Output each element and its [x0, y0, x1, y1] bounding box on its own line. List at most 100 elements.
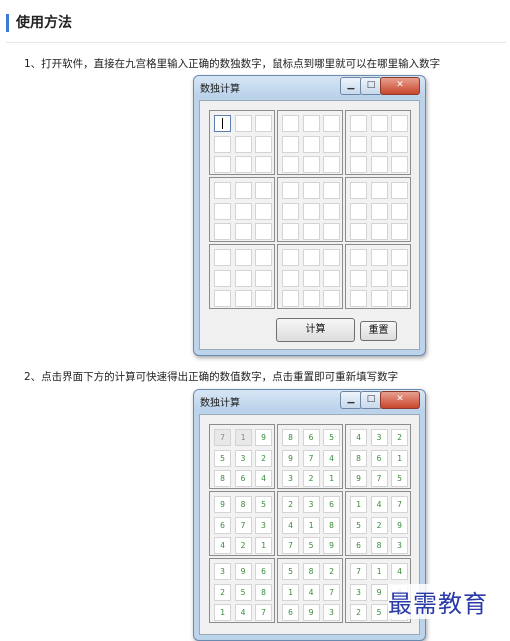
sudoku-cell[interactable]: 7: [282, 537, 299, 554]
minimize-button[interactable]: ▁: [340, 391, 362, 409]
sudoku-cell[interactable]: 3: [255, 516, 272, 534]
sudoku-cell[interactable]: [234, 249, 252, 266]
sudoku-cell[interactable]: 6: [350, 537, 367, 554]
sudoku-cell[interactable]: [350, 249, 367, 266]
sudoku-cell[interactable]: [350, 202, 367, 220]
sudoku-cell[interactable]: [370, 269, 388, 287]
sudoku-cell[interactable]: [391, 223, 408, 240]
sudoku-cell[interactable]: [214, 115, 231, 132]
sudoku-cell[interactable]: [214, 156, 231, 173]
sudoku-cell[interactable]: 4: [323, 449, 340, 467]
sudoku-cell[interactable]: 8: [282, 429, 299, 446]
sudoku-cell[interactable]: [255, 182, 272, 199]
sudoku-cell[interactable]: [234, 156, 252, 173]
sudoku-cell[interactable]: [391, 156, 408, 173]
sudoku-cell[interactable]: [391, 202, 408, 220]
sudoku-cell[interactable]: 2: [350, 604, 367, 621]
sudoku-cell[interactable]: [323, 223, 340, 240]
sudoku-cell[interactable]: 5: [323, 429, 340, 446]
sudoku-cell[interactable]: [214, 202, 231, 220]
sudoku-cell[interactable]: [370, 182, 388, 199]
maximize-button[interactable]: □: [360, 77, 382, 95]
sudoku-cell[interactable]: [350, 290, 367, 307]
sudoku-cell[interactable]: [282, 290, 299, 307]
sudoku-cell[interactable]: 3: [234, 449, 252, 467]
sudoku-cell[interactable]: [234, 202, 252, 220]
sudoku-cell[interactable]: 1: [370, 563, 388, 580]
sudoku-cell[interactable]: 1: [234, 429, 252, 446]
sudoku-cell[interactable]: 9: [350, 470, 367, 487]
sudoku-cell[interactable]: [214, 135, 231, 153]
sudoku-cell[interactable]: [234, 135, 252, 153]
sudoku-cell[interactable]: 4: [370, 496, 388, 513]
sudoku-cell[interactable]: [370, 290, 388, 307]
sudoku-cell[interactable]: [255, 115, 272, 132]
sudoku-cell[interactable]: 5: [370, 604, 388, 621]
sudoku-cell[interactable]: 8: [370, 537, 388, 554]
sudoku-cell[interactable]: 3: [214, 563, 231, 580]
sudoku-cell[interactable]: 2: [214, 583, 231, 601]
sudoku-cell[interactable]: [255, 223, 272, 240]
sudoku-cell[interactable]: 1: [214, 604, 231, 621]
sudoku-cell[interactable]: [391, 269, 408, 287]
sudoku-cell[interactable]: 7: [234, 516, 252, 534]
sudoku-cell[interactable]: [234, 115, 252, 132]
sudoku-cell[interactable]: [302, 290, 320, 307]
sudoku-cell[interactable]: 8: [350, 449, 367, 467]
sudoku-cell[interactable]: [391, 249, 408, 266]
sudoku-cell[interactable]: [391, 290, 408, 307]
sudoku-cell[interactable]: [282, 156, 299, 173]
sudoku-cell[interactable]: 5: [255, 496, 272, 513]
sudoku-cell[interactable]: 2: [282, 496, 299, 513]
sudoku-cell[interactable]: 4: [350, 429, 367, 446]
sudoku-cell[interactable]: [282, 135, 299, 153]
sudoku-cell[interactable]: [282, 115, 299, 132]
sudoku-cell[interactable]: [255, 135, 272, 153]
sudoku-cell[interactable]: [302, 135, 320, 153]
sudoku-cell[interactable]: [302, 115, 320, 132]
sudoku-cell[interactable]: [323, 202, 340, 220]
sudoku-cell[interactable]: [350, 115, 367, 132]
sudoku-cell[interactable]: 3: [282, 470, 299, 487]
sudoku-cell[interactable]: [302, 223, 320, 240]
sudoku-cell[interactable]: 6: [302, 429, 320, 446]
sudoku-cell[interactable]: 2: [302, 470, 320, 487]
sudoku-cell[interactable]: 3: [370, 429, 388, 446]
sudoku-cell[interactable]: 9: [370, 583, 388, 601]
sudoku-cell[interactable]: 5: [282, 563, 299, 580]
sudoku-cell[interactable]: 2: [323, 563, 340, 580]
sudoku-cell[interactable]: [214, 223, 231, 240]
sudoku-cell[interactable]: [302, 269, 320, 287]
sudoku-cell[interactable]: [255, 269, 272, 287]
sudoku-cell[interactable]: [350, 156, 367, 173]
sudoku-cell[interactable]: 5: [234, 583, 252, 601]
sudoku-cell[interactable]: [282, 249, 299, 266]
sudoku-cell[interactable]: 4: [255, 470, 272, 487]
sudoku-cell[interactable]: 6: [323, 496, 340, 513]
sudoku-cell[interactable]: 9: [323, 537, 340, 554]
minimize-button[interactable]: ▁: [340, 77, 362, 95]
sudoku-cell[interactable]: 2: [391, 429, 408, 446]
sudoku-cell[interactable]: [323, 156, 340, 173]
sudoku-cell[interactable]: [282, 269, 299, 287]
sudoku-cell[interactable]: [323, 249, 340, 266]
sudoku-cell[interactable]: [302, 249, 320, 266]
sudoku-cell[interactable]: [350, 182, 367, 199]
sudoku-cell[interactable]: [255, 290, 272, 307]
sudoku-cell[interactable]: [350, 135, 367, 153]
sudoku-cell[interactable]: 3: [391, 537, 408, 554]
sudoku-cell[interactable]: [282, 223, 299, 240]
sudoku-cell[interactable]: 9: [214, 496, 231, 513]
sudoku-cell[interactable]: 7: [214, 429, 231, 446]
sudoku-cell[interactable]: 5: [302, 537, 320, 554]
sudoku-cell[interactable]: [214, 290, 231, 307]
sudoku-cell[interactable]: [234, 182, 252, 199]
sudoku-cell[interactable]: 7: [370, 470, 388, 487]
sudoku-cell[interactable]: [323, 115, 340, 132]
sudoku-cell[interactable]: 8: [255, 583, 272, 601]
sudoku-cell[interactable]: 7: [350, 563, 367, 580]
sudoku-cell[interactable]: 8: [302, 563, 320, 580]
sudoku-cell[interactable]: 2: [370, 516, 388, 534]
sudoku-cell[interactable]: 8: [234, 496, 252, 513]
sudoku-cell[interactable]: [302, 202, 320, 220]
